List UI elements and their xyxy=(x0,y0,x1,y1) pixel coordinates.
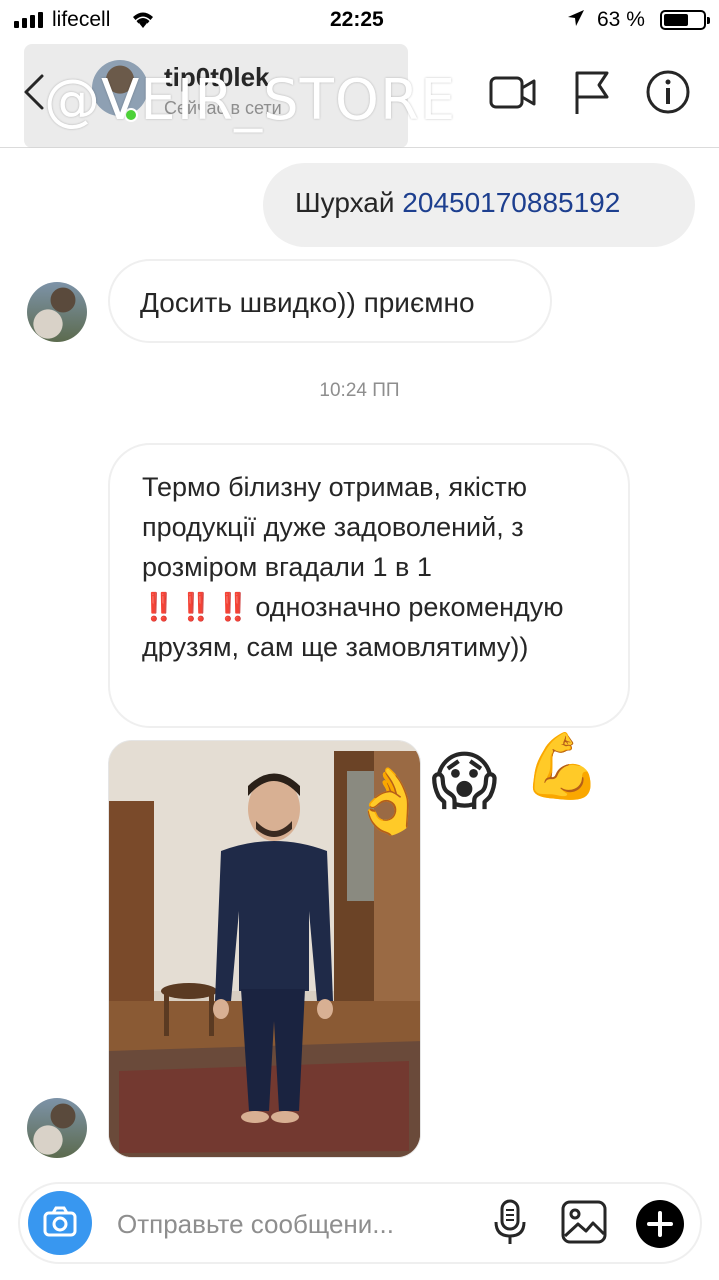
message-composer: Отправьте сообщени... xyxy=(18,1182,702,1264)
microphone-icon[interactable] xyxy=(492,1198,528,1253)
back-icon[interactable] xyxy=(22,72,46,117)
chat-header: tip0t0lek Сейчас в сети @VEIR_STORE xyxy=(0,40,719,148)
flexed-biceps-emoji: 💪 xyxy=(522,730,602,804)
camera-icon xyxy=(28,1206,92,1259)
message-input[interactable]: Отправьте сообщени... xyxy=(117,1209,394,1240)
clock: 22:25 xyxy=(330,8,384,31)
screaming-face-emoji: 😱 xyxy=(431,745,498,819)
signal-icon xyxy=(14,12,43,28)
message-text: Шурхай xyxy=(295,187,403,218)
tracking-number-link[interactable]: 20450170885192 xyxy=(402,187,620,218)
sender-avatar[interactable] xyxy=(27,282,87,342)
add-content-button[interactable] xyxy=(636,1200,684,1248)
message-text: Термо білизну отримав, якістю продукції … xyxy=(142,467,604,667)
outgoing-message[interactable]: Шурхай 20450170885192 xyxy=(263,163,695,247)
info-icon[interactable] xyxy=(644,68,692,121)
message-text-part: Термо білизну отримав, якістю продукції … xyxy=(142,472,528,582)
message-timestamp: 10:24 ПП xyxy=(319,380,400,401)
incoming-message[interactable]: Термо білизну отримав, якістю продукції … xyxy=(108,443,630,728)
battery-icon xyxy=(660,10,710,30)
gallery-icon[interactable] xyxy=(560,1198,608,1251)
incoming-message[interactable]: Досить швидко)) приємно xyxy=(108,259,552,343)
plus-icon xyxy=(636,1211,684,1252)
location-arrow-icon xyxy=(566,8,586,34)
message-text: Досить швидко)) приємно xyxy=(140,287,475,318)
carrier-label: lifecell xyxy=(52,8,111,31)
watermark-text: @VEIR_STORE xyxy=(44,68,457,133)
sender-avatar[interactable] xyxy=(27,1098,87,1158)
exclamation-emoji: ‼️ ‼️ ‼️ xyxy=(142,592,250,622)
video-call-icon[interactable] xyxy=(488,68,538,123)
status-bar: lifecell 22:25 63 % xyxy=(0,0,719,40)
battery-percent: 63 % xyxy=(597,8,645,31)
wifi-icon xyxy=(130,8,156,36)
ok-hand-emoji: 👌 xyxy=(349,765,429,839)
camera-button[interactable] xyxy=(28,1191,92,1255)
flag-icon[interactable] xyxy=(572,68,612,123)
